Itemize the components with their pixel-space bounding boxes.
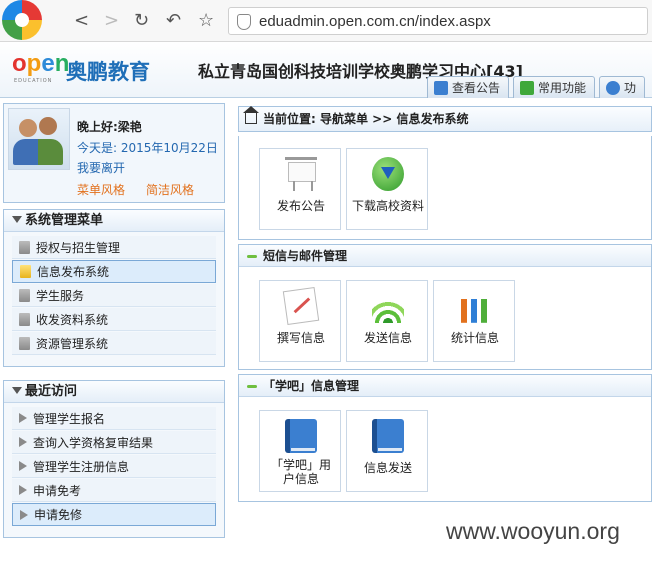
download-materials-tile[interactable]: 下载高校资料 <box>346 148 428 230</box>
section-header-sms-email: 短信与邮件管理 <box>239 245 651 267</box>
compose-message-tile[interactable]: 撰写信息 <box>259 280 341 362</box>
simple-style-link[interactable]: 简洁风格 <box>146 181 194 198</box>
arrow-right-icon <box>19 485 27 495</box>
avatar <box>8 108 70 170</box>
statistics-tile[interactable]: 统计信息 <box>433 280 515 362</box>
date-text: 今天是: 2015年10月22日 <box>77 141 218 155</box>
send-message-tile[interactable]: 发送信息 <box>346 280 428 362</box>
document-icon <box>19 240 30 254</box>
arrow-right-icon <box>19 437 27 447</box>
tab-more[interactable]: 功 <box>599 76 646 98</box>
menu-item-authorization[interactable]: 授权与招生管理 <box>12 236 216 259</box>
section-header-xueba: 「学吧」信息管理 <box>239 375 651 397</box>
arrow-right-icon <box>19 461 27 471</box>
tab-common-functions[interactable]: 常用功能 <box>513 76 596 98</box>
chart-icon <box>459 289 491 323</box>
collapse-triangle-icon <box>12 387 22 394</box>
site-header: open EDUCATION 奥鹏教育 私立青岛国创科技培训学校奥鹏学习中心[4… <box>0 42 652 98</box>
arrow-right-icon <box>20 509 28 520</box>
recent-visits-panel: 最近访问 管理学生报名 查询入学资格复审结果 管理学生注册信息 申请免考 申请免… <box>3 380 225 538</box>
home-icon[interactable] <box>243 106 259 124</box>
recent-visits-list: 管理学生报名 查询入学资格复审结果 管理学生注册信息 申请免考 申请免修 <box>4 403 224 537</box>
url-text[interactable]: eduadmin.open.com.cn/index.aspx <box>259 13 491 30</box>
recent-item-exam-exemption[interactable]: 申请免考 <box>12 479 216 502</box>
header-tabs: 查看公告 常用功能 功 <box>427 76 646 98</box>
recent-item-registration[interactable]: 管理学生注册信息 <box>12 455 216 478</box>
user-info-panel: 晚上好:梁艳 今天是: 2015年10月22日 我要离开 菜单风格 简洁风格 <box>3 103 225 203</box>
back-button[interactable]: < <box>74 10 89 32</box>
collapse-triangle-icon <box>12 216 22 223</box>
board-icon <box>285 157 317 191</box>
functions-icon <box>520 80 535 95</box>
section-xueba: 「学吧」信息管理 「学吧」用户信息 信息发送 <box>238 374 652 502</box>
user-icon <box>606 80 621 95</box>
logo-subtitle: EDUCATION <box>14 78 53 84</box>
brand-name: 奥鹏教育 <box>66 60 150 84</box>
document-icon <box>19 336 30 350</box>
system-menu-header[interactable]: 系统管理菜单 <box>4 210 224 232</box>
notice-icon <box>434 80 448 95</box>
recent-visits-header[interactable]: 最近访问 <box>4 381 224 403</box>
pen-icon <box>282 286 320 326</box>
arrow-right-icon <box>19 413 27 423</box>
section-sms-email: 短信与邮件管理 撰写信息 发送信息 统计信息 <box>238 244 652 370</box>
forward-button[interactable]: > <box>104 10 119 32</box>
menu-item-materials[interactable]: 收发资料系统 <box>12 308 216 331</box>
browser-logo-icon <box>2 0 42 40</box>
watermark: www.wooyun.org <box>446 518 620 544</box>
system-menu-panel: 系统管理菜单 授权与招生管理 信息发布系统 学生服务 收发资料系统 资源管理系统 <box>3 209 225 367</box>
menu-item-info-publish[interactable]: 信息发布系统 <box>12 260 216 283</box>
recent-item-enrollment[interactable]: 管理学生报名 <box>12 407 216 430</box>
menu-item-resources[interactable]: 资源管理系统 <box>12 332 216 355</box>
shield-icon <box>237 14 251 30</box>
section-publish: 发布公告 下载高校资料 <box>238 136 652 240</box>
xueba-send-tile[interactable]: 信息发送 <box>346 410 428 492</box>
book-icon <box>372 419 404 453</box>
recent-item-course-exemption[interactable]: 申请免修 <box>12 503 216 526</box>
document-icon <box>19 312 30 326</box>
undo-button[interactable]: ↶ <box>166 10 181 32</box>
reload-button[interactable]: ↻ <box>134 10 149 32</box>
document-icon <box>20 265 31 278</box>
xueba-user-info-tile[interactable]: 「学吧」用户信息 <box>259 410 341 492</box>
logout-link[interactable]: 我要离开 <box>77 159 125 176</box>
document-icon <box>19 288 30 302</box>
bookmark-star-icon[interactable]: ☆ <box>198 10 214 32</box>
logo-mark: open <box>12 50 70 77</box>
recent-item-review-result[interactable]: 查询入学资格复审结果 <box>12 431 216 454</box>
publish-notice-tile[interactable]: 发布公告 <box>259 148 341 230</box>
breadcrumb: 当前位置: 导航菜单 >> 信息发布系统 <box>238 106 652 132</box>
browser-toolbar: < > ↻ ↶ ☆ eduadmin.open.com.cn/index.asp… <box>0 0 652 42</box>
greeting-text: 晚上好:梁艳 <box>77 120 142 134</box>
signal-icon <box>372 289 404 323</box>
menu-item-student-service[interactable]: 学生服务 <box>12 284 216 307</box>
book-icon <box>285 419 317 453</box>
globe-download-icon <box>372 157 404 191</box>
menu-style-link[interactable]: 菜单风格 <box>77 181 125 198</box>
address-bar[interactable]: eduadmin.open.com.cn/index.aspx <box>228 7 648 35</box>
tab-view-notice[interactable]: 查看公告 <box>427 76 510 98</box>
system-menu-list: 授权与招生管理 信息发布系统 学生服务 收发资料系统 资源管理系统 <box>4 232 224 366</box>
